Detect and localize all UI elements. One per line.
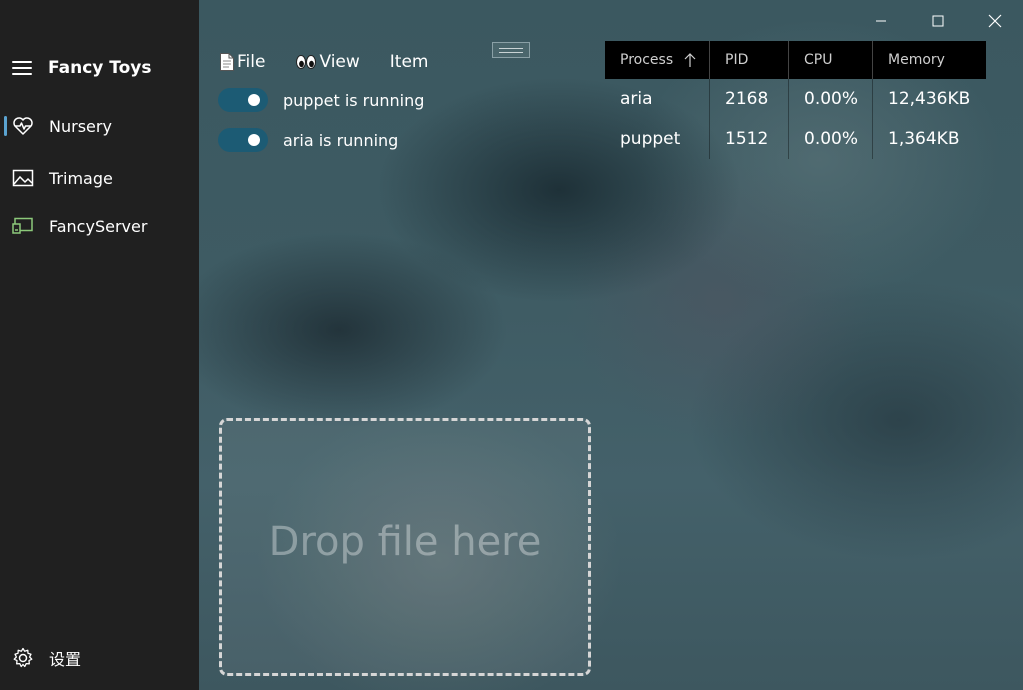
aria-toggle-switch[interactable]: [218, 128, 268, 152]
minimize-button[interactable]: [861, 8, 901, 34]
main-content: File View Item puppet is running aria is…: [199, 0, 1023, 690]
cell-memory: 12,436KB: [888, 89, 971, 109]
menu-view[interactable]: View: [295, 52, 360, 72]
menu-bar: File View Item: [219, 48, 459, 76]
cell-process: aria: [605, 79, 710, 119]
column-header-cpu[interactable]: CPU: [789, 41, 873, 79]
grip-lines-icon: [499, 47, 523, 53]
sidebar-item-nursery[interactable]: Nursery: [0, 108, 199, 144]
column-header-memory[interactable]: Memory: [873, 41, 986, 79]
sidebar-item-settings[interactable]: 设置: [0, 640, 199, 676]
sidebar-item-fancyserver[interactable]: FancyServer: [0, 208, 199, 244]
toggle-knob: [248, 94, 260, 106]
table-header: Process PID CPU Memory: [605, 41, 986, 79]
settings-label: 设置: [49, 650, 82, 669]
navigation-pane: Fancy Toys Nursery Trimage FancyServer 设…: [0, 0, 199, 690]
image-icon: [12, 167, 34, 189]
app-title: Fancy Toys: [48, 58, 152, 78]
cell-pid: 2168: [710, 79, 789, 119]
aria-toggle-row: aria is running: [218, 126, 398, 154]
sidebar-item-trimage[interactable]: Trimage: [0, 160, 199, 196]
sort-ascending-icon: [683, 52, 697, 68]
eyes-icon: [295, 53, 317, 71]
table-row[interactable]: puppet 1512 0.00% 1,364KB: [605, 119, 986, 159]
maximize-icon: [932, 15, 944, 27]
toggle-knob: [248, 134, 260, 146]
close-button[interactable]: [975, 8, 1015, 34]
table-row[interactable]: aria 2168 0.00% 12,436KB: [605, 79, 986, 119]
cell-pid: 1512: [710, 119, 789, 159]
menu-view-label: View: [319, 52, 360, 72]
drop-zone-label: Drop file here: [268, 519, 542, 565]
file-drop-zone[interactable]: Drop file here: [219, 418, 591, 676]
nav-header: Fancy Toys: [12, 56, 152, 80]
sidebar-item-label: Trimage: [49, 168, 113, 188]
minimize-icon: [876, 20, 886, 22]
menu-file[interactable]: File: [219, 52, 265, 72]
sidebar-item-label: Nursery: [49, 116, 112, 136]
toggle-label: aria is running: [283, 130, 399, 150]
sidebar-item-label: FancyServer: [49, 216, 148, 236]
server-icon: [12, 215, 34, 237]
close-icon: [988, 14, 1002, 28]
menu-item[interactable]: Item: [390, 52, 429, 72]
maximize-button[interactable]: [918, 8, 958, 34]
cell-cpu: 0.00%: [789, 119, 873, 159]
toggle-label: puppet is running: [283, 90, 425, 110]
heart-pulse-icon: [12, 115, 34, 137]
menu-item-label: Item: [389, 52, 429, 72]
hamburger-menu-icon[interactable]: [12, 61, 32, 75]
column-header-pid[interactable]: PID: [710, 41, 789, 79]
gear-icon: [12, 647, 34, 669]
puppet-toggle-switch[interactable]: [218, 88, 268, 112]
document-icon: [219, 52, 235, 72]
cell-process: puppet: [605, 119, 710, 159]
menu-file-label: File: [237, 52, 266, 72]
puppet-toggle-row: puppet is running: [218, 86, 424, 114]
drag-handle[interactable]: [492, 42, 530, 58]
cell-memory: 1,364KB: [888, 129, 960, 149]
cell-cpu: 0.00%: [789, 79, 873, 119]
column-header-process[interactable]: Process: [605, 41, 710, 79]
process-table: Process PID CPU Memory aria 2168 0.00% 1…: [605, 41, 986, 159]
